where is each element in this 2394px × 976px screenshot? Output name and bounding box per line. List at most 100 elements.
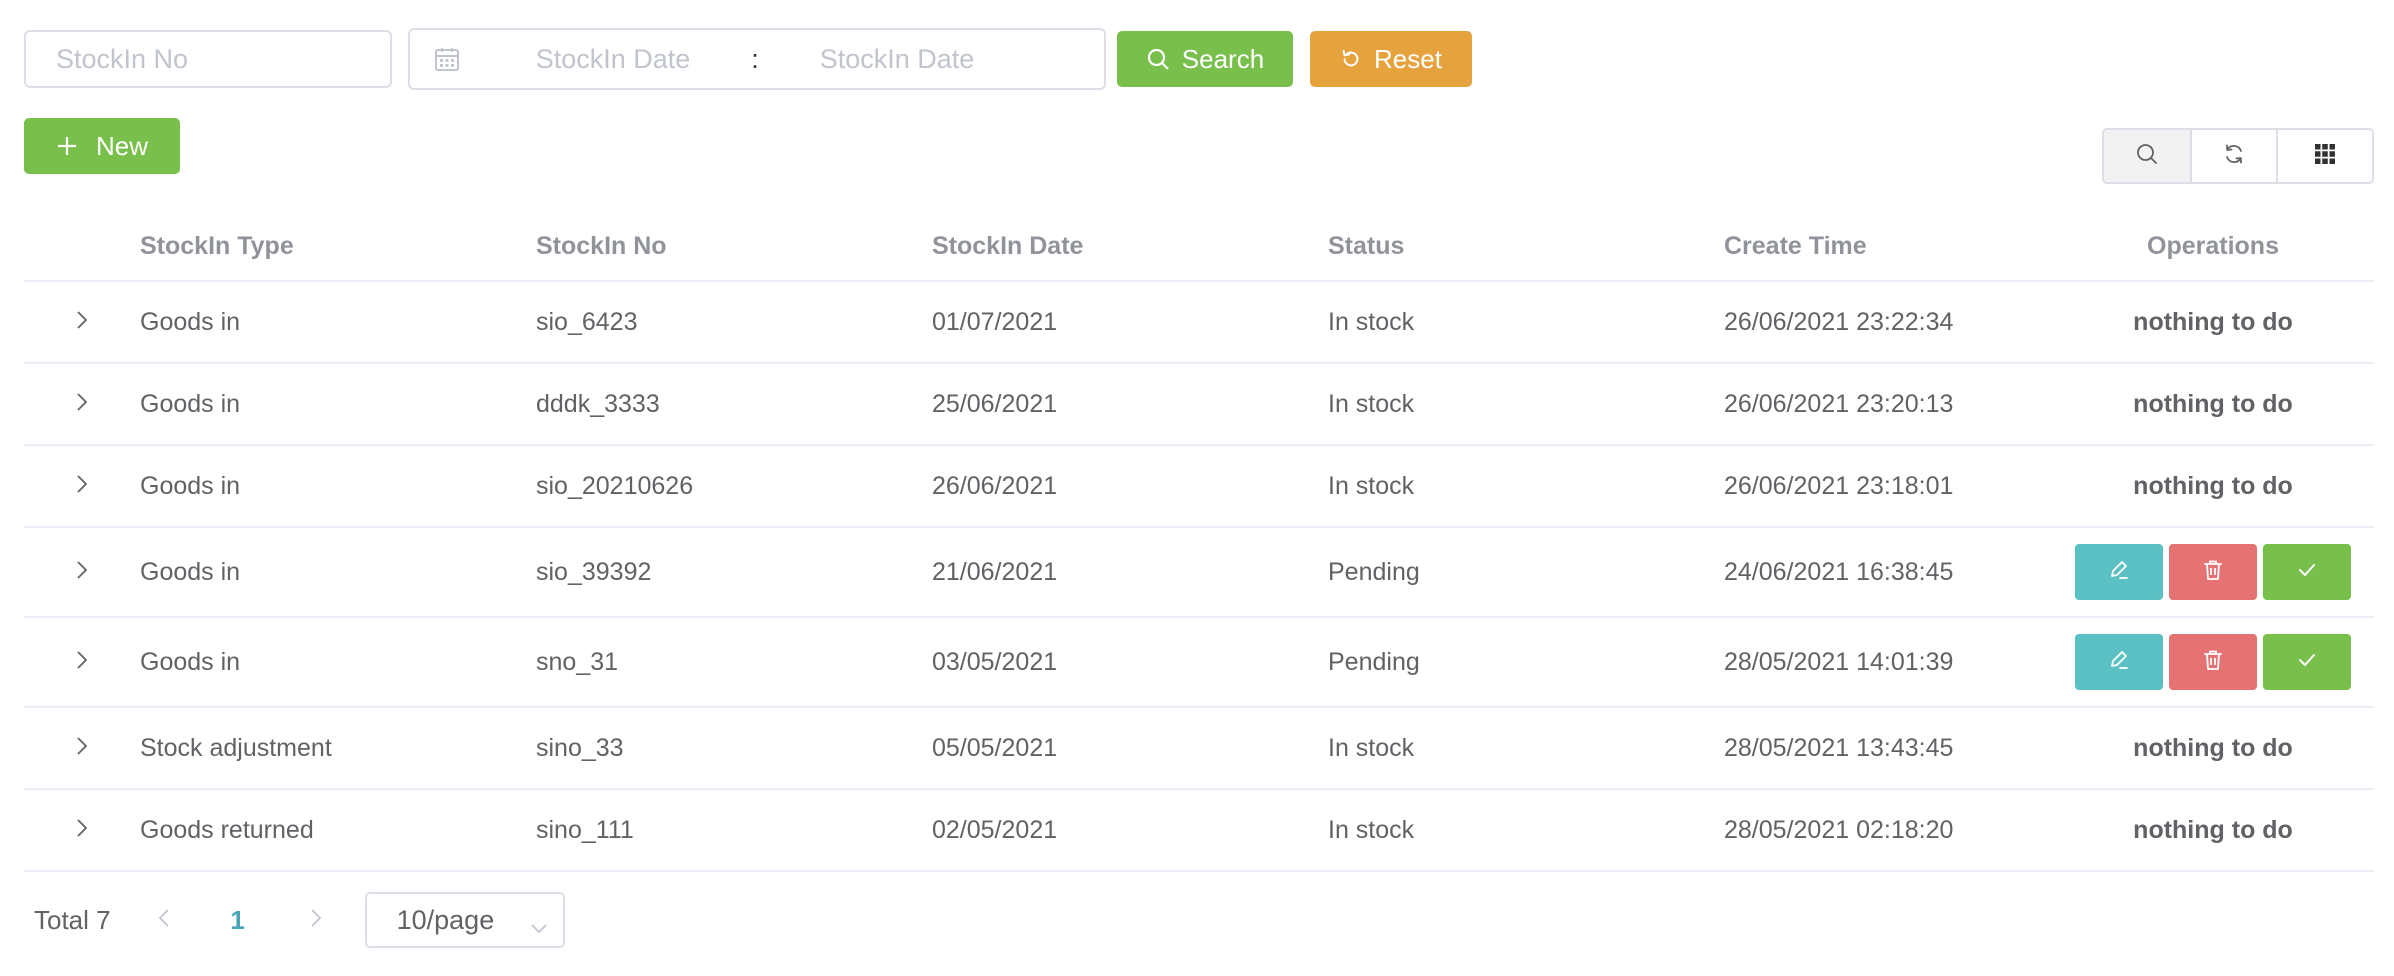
toggle-search-button[interactable] <box>2104 130 2190 182</box>
chevron-right-icon <box>75 649 89 676</box>
calendar-icon <box>434 46 460 72</box>
operations-none-text: nothing to do <box>2133 471 2293 500</box>
row-expand-toggle[interactable] <box>24 473 140 500</box>
refresh-icon <box>2222 142 2246 171</box>
operations-none-text: nothing to do <box>2133 389 2293 418</box>
cell-stockin-date: 26/06/2021 <box>932 471 1058 500</box>
column-header-status: Status <box>1328 231 1405 260</box>
cell-create-time: 26/06/2021 23:22:34 <box>1724 307 1954 336</box>
column-header-stockin-type: StockIn Type <box>140 231 294 260</box>
cell-create-time: 24/06/2021 16:38:45 <box>1724 557 1954 586</box>
cell-stockin-date: 01/07/2021 <box>932 307 1058 336</box>
grid-icon <box>2314 143 2336 170</box>
refresh-button[interactable] <box>2190 130 2276 182</box>
cell-create-time: 28/05/2021 14:01:39 <box>1724 647 1954 676</box>
cell-stockin-date: 03/05/2021 <box>932 647 1058 676</box>
cell-status: In stock <box>1328 471 1415 500</box>
cell-stockin-date: 25/06/2021 <box>932 389 1058 418</box>
row-operations <box>2056 544 2370 600</box>
cell-stockin-no: sino_33 <box>536 733 624 762</box>
prev-page-button[interactable] <box>149 907 179 934</box>
date-end-input[interactable] <box>770 42 1024 76</box>
edit-icon <box>2107 558 2131 587</box>
page-size-select[interactable]: 10/page <box>364 892 565 948</box>
table-row: Goods in dddk_3333 25/06/2021 In stock 2… <box>24 364 2374 446</box>
new-button-label: New <box>95 130 148 161</box>
row-expand-toggle[interactable] <box>24 391 140 418</box>
cell-create-time: 26/06/2021 23:18:01 <box>1724 471 1954 500</box>
edit-button[interactable] <box>2075 634 2163 690</box>
delete-button[interactable] <box>2169 634 2257 690</box>
operations-none-text: nothing to do <box>2133 307 2293 336</box>
chevron-right-icon <box>75 735 89 762</box>
cell-status: Pending <box>1328 557 1420 586</box>
row-expand-toggle[interactable] <box>24 309 140 336</box>
row-expand-toggle[interactable] <box>24 817 140 844</box>
search-button[interactable]: Search <box>1117 31 1293 87</box>
columns-button[interactable] <box>2276 130 2372 182</box>
cell-create-time: 28/05/2021 13:43:45 <box>1724 733 1954 762</box>
trash-icon <box>2201 648 2225 677</box>
cell-status: In stock <box>1328 389 1415 418</box>
table-tools <box>2102 128 2374 184</box>
new-button[interactable]: New <box>24 118 180 174</box>
stockin-no-input[interactable] <box>24 30 392 88</box>
cell-stockin-type: Goods in <box>140 471 241 500</box>
table-row: Goods in sio_6423 01/07/2021 In stock 26… <box>24 282 2374 364</box>
confirm-button[interactable] <box>2263 634 2351 690</box>
date-start-input[interactable] <box>486 42 740 76</box>
column-header-stockin-date: StockIn Date <box>932 231 1084 260</box>
cell-stockin-type: Goods in <box>140 557 241 586</box>
operations-none-text: nothing to do <box>2133 815 2293 844</box>
stockin-table: StockIn Type StockIn No StockIn Date Sta… <box>24 212 2374 872</box>
cell-stockin-no: dddk_3333 <box>536 389 660 418</box>
plus-icon <box>56 135 78 157</box>
reset-button-label: Reset <box>1374 43 1442 74</box>
trash-icon <box>2201 558 2225 587</box>
operations-none-text: nothing to do <box>2133 733 2293 762</box>
row-expand-toggle[interactable] <box>24 735 140 762</box>
chevron-right-icon <box>75 817 89 844</box>
chevron-down-icon <box>529 912 549 943</box>
table-row: Goods in sio_39392 21/06/2021 Pending 24… <box>24 528 2374 618</box>
cell-stockin-type: Goods in <box>140 389 241 418</box>
check-icon <box>2295 558 2319 587</box>
cell-status: In stock <box>1328 307 1415 336</box>
reset-button[interactable]: Reset <box>1310 31 1472 87</box>
check-icon <box>2295 648 2319 677</box>
chevron-left-icon <box>157 907 171 934</box>
page-number-current[interactable]: 1 <box>223 905 253 936</box>
filter-bar: : Search Reset <box>24 28 1472 90</box>
table-row: Goods returned sino_111 02/05/2021 In st… <box>24 790 2374 872</box>
cell-stockin-type: Goods returned <box>140 815 314 844</box>
cell-stockin-type: Goods in <box>140 307 241 336</box>
cell-status: In stock <box>1328 733 1415 762</box>
chevron-right-icon <box>75 309 89 336</box>
cell-stockin-date: 05/05/2021 <box>932 733 1058 762</box>
cell-stockin-no: sio_39392 <box>536 557 652 586</box>
cell-create-time: 28/05/2021 02:18:20 <box>1724 815 1954 844</box>
search-button-label: Search <box>1181 43 1265 74</box>
stockin-list-page: : Search Reset New <box>0 0 2394 976</box>
cell-stockin-no: sino_111 <box>536 815 634 844</box>
cell-stockin-type: Goods in <box>140 647 241 676</box>
next-page-button[interactable] <box>301 907 331 934</box>
row-expand-toggle[interactable] <box>24 559 140 586</box>
chevron-right-icon <box>75 559 89 586</box>
stockin-date-range-picker[interactable]: : <box>408 28 1106 90</box>
confirm-button[interactable] <box>2263 544 2351 600</box>
cell-stockin-date: 02/05/2021 <box>932 815 1058 844</box>
edit-button[interactable] <box>2075 544 2163 600</box>
chevron-right-icon <box>75 473 89 500</box>
pagination: Total 7 1 10/page <box>34 892 565 948</box>
cell-stockin-no: sio_6423 <box>536 307 638 336</box>
table-header: StockIn Type StockIn No StockIn Date Sta… <box>24 212 2374 282</box>
delete-button[interactable] <box>2169 544 2257 600</box>
row-expand-toggle[interactable] <box>24 649 140 676</box>
table-row: Goods in sno_31 03/05/2021 Pending 28/05… <box>24 618 2374 708</box>
column-header-stockin-no: StockIn No <box>536 231 667 260</box>
cell-stockin-type: Stock adjustment <box>140 733 332 762</box>
cell-stockin-date: 21/06/2021 <box>932 557 1058 586</box>
search-icon <box>1146 47 1170 71</box>
date-range-separator: : <box>751 43 759 74</box>
